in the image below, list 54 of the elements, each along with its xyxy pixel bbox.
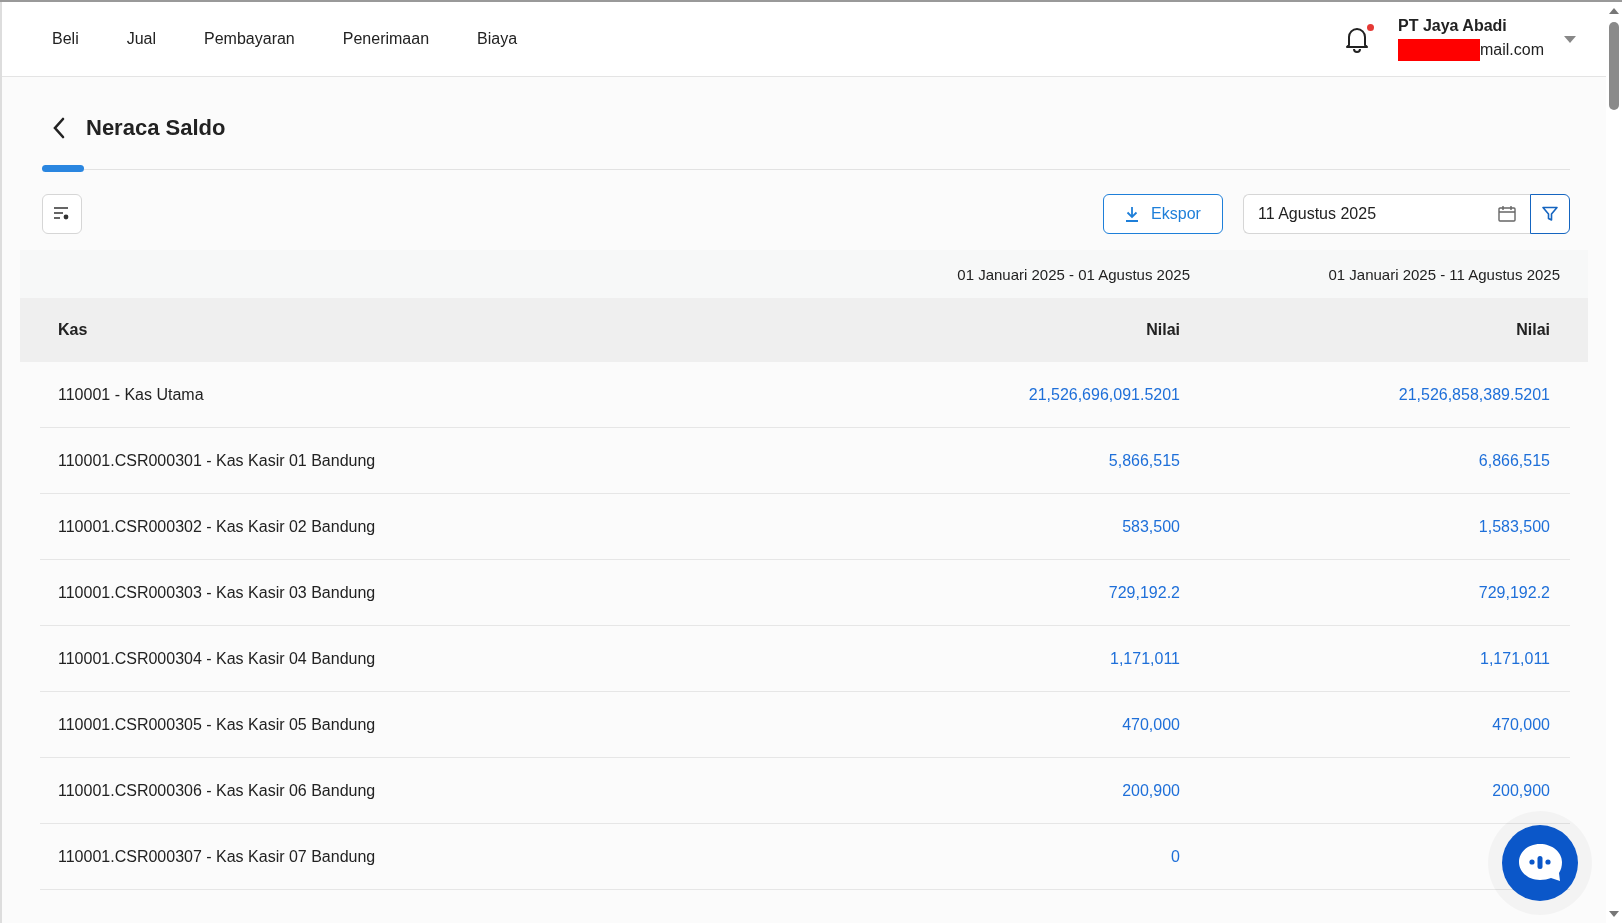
- account-cell-text: 110001 - Kas Utama: [57, 385, 205, 404]
- column-header: Nilai: [1145, 321, 1181, 339]
- amount-link[interactable]: 6,866,515: [1478, 451, 1550, 469]
- column-settings-button[interactable]: [42, 194, 82, 234]
- nav-link[interactable]: Pembayaran: [180, 30, 319, 48]
- scroll-up-icon[interactable]: [1609, 8, 1619, 14]
- amount-link[interactable]: 200,900: [1122, 781, 1180, 799]
- dropdown-caret-icon[interactable]: [1564, 35, 1576, 43]
- account-cell-text: 110001.CSR000302 - Kas Kasir 02 Bandung: [57, 517, 377, 536]
- amount-link[interactable]: 470,000: [1492, 715, 1550, 733]
- account-email: mail.com: [1480, 41, 1544, 59]
- filter-button[interactable]: [1530, 194, 1570, 234]
- bell-icon: [1344, 25, 1370, 53]
- amount-link[interactable]: 729,192.2: [1108, 583, 1180, 601]
- tab-indicator: [42, 165, 84, 172]
- download-icon: [1125, 206, 1140, 222]
- scroll-down-icon[interactable]: [1609, 911, 1619, 917]
- account-cell-text: 110001.CSR000307 - Kas Kasir 07 Bandung: [57, 847, 377, 866]
- account-cell-text: 110001.CSR000306 - Kas Kasir 06 Bandung: [57, 781, 377, 800]
- filter-icon: [1542, 206, 1558, 222]
- chat-button[interactable]: [1502, 825, 1578, 901]
- amount-link[interactable]: 21,526,696,091.5201: [1028, 385, 1180, 403]
- amount-link[interactable]: 21,526,858,389.5201: [1398, 385, 1550, 403]
- amount-link[interactable]: 200,900: [1492, 781, 1550, 799]
- amount-link[interactable]: 0: [1171, 847, 1180, 865]
- column-header: Kas: [57, 321, 89, 339]
- scrollbar-thumb[interactable]: [1609, 22, 1619, 110]
- nav-link[interactable]: Beli: [28, 30, 103, 48]
- account-cell-text: 110001.CSR000304 - Kas Kasir 04 Bandung: [57, 649, 377, 668]
- list-settings-icon: [54, 207, 70, 221]
- amount-link[interactable]: 5,866,515: [1108, 451, 1180, 469]
- column-header: Nilai: [1515, 321, 1551, 339]
- chat-bubble-icon: [1517, 842, 1563, 884]
- period-label: 01 Januari 2025 - 11 Agustus 2025: [1327, 265, 1561, 283]
- account-cell-text: 110001.CSR000301 - Kas Kasir 01 Bandung: [57, 451, 377, 470]
- back-icon[interactable]: [52, 117, 66, 139]
- amount-link[interactable]: 729,192.2: [1478, 583, 1550, 601]
- nav-link[interactable]: Penerimaan: [318, 30, 454, 48]
- nav-link[interactable]: Biaya: [453, 30, 542, 48]
- nav-link[interactable]: Jual: [102, 30, 181, 48]
- amount-link[interactable]: 1,583,500: [1478, 517, 1550, 535]
- calendar-icon: [1498, 206, 1516, 222]
- export-button[interactable]: Ekspor: [1103, 194, 1223, 234]
- period-label: 01 Januari 2025 - 01 Agustus 2025: [956, 265, 1191, 283]
- amount-link[interactable]: 1,171,011: [1480, 649, 1550, 667]
- amount-link[interactable]: 583,500: [1122, 517, 1180, 535]
- account-cell-text: 110001.CSR000305 - Kas Kasir 05 Bandung: [57, 715, 377, 734]
- page-title: Neraca Saldo: [86, 115, 226, 141]
- scrollbar[interactable]: [1606, 2, 1622, 923]
- amount-link[interactable]: 470,000: [1122, 715, 1180, 733]
- date-field[interactable]: 11 Agustus 2025: [1243, 194, 1530, 234]
- amount-link[interactable]: 1,171,011: [1110, 649, 1180, 667]
- account-cell-text: 110001.CSR000303 - Kas Kasir 03 Bandung: [57, 583, 377, 602]
- company-name: PT Jaya Abadi: [1398, 17, 1508, 35]
